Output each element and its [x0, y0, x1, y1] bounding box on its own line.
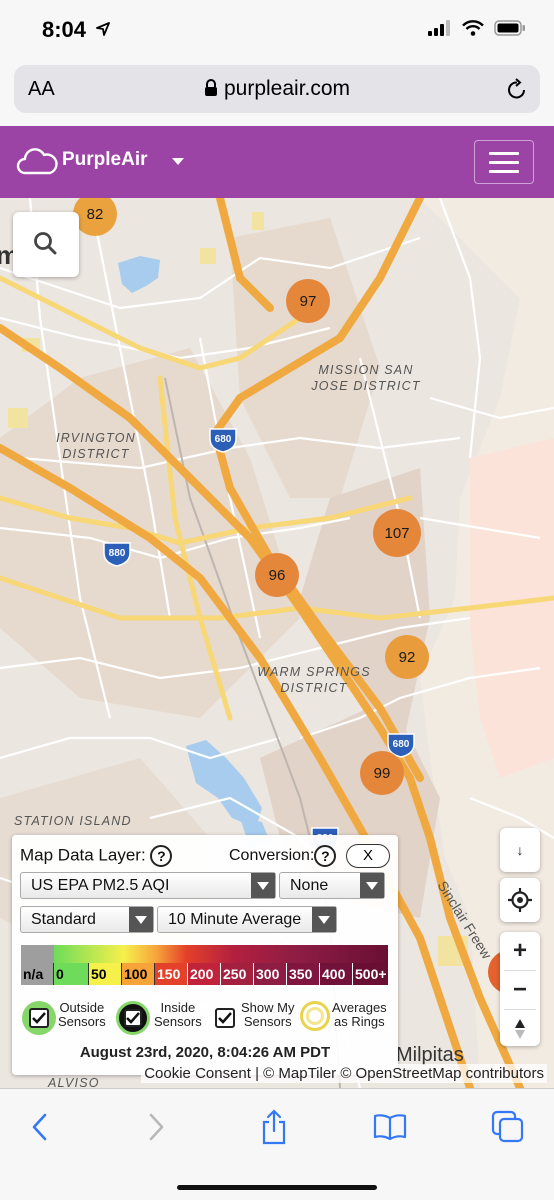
- status-bar: 8:04: [0, 0, 554, 60]
- tabs-button[interactable]: [488, 1109, 528, 1145]
- chevron-down-icon: [251, 873, 275, 898]
- legend-item: 400: [320, 963, 353, 985]
- address-bar[interactable]: AA purpleair.com: [14, 65, 540, 113]
- forward-button[interactable]: [136, 1109, 176, 1145]
- url-text: purpleair.com: [223, 77, 351, 100]
- layer-help-icon[interactable]: ?: [150, 845, 173, 867]
- legend-item: 250: [221, 963, 254, 985]
- data-timestamp: August 23rd, 2020, 8:04:26 AM PDT: [79, 1044, 331, 1061]
- shield-880-a: 880: [108, 548, 126, 559]
- map-label-irvington: IRVINGTON DISTRICT: [56, 431, 136, 461]
- legend-item: 0: [54, 963, 89, 985]
- chevron-down-icon: [312, 907, 336, 932]
- show-my-sensors-label: Show My Sensors: [241, 1000, 295, 1029]
- map-label-warm-springs: WARM SPRINGS DISTRICT: [257, 665, 371, 695]
- legend-item: 300: [254, 963, 287, 985]
- legend-item: n/a: [21, 963, 54, 985]
- sensor-marker[interactable]: 107: [373, 509, 421, 557]
- share-icon: [262, 1109, 286, 1145]
- reload-icon[interactable]: [506, 77, 528, 101]
- conversion-help-icon[interactable]: ?: [314, 845, 337, 867]
- status-time: 8:04: [42, 17, 87, 42]
- legend-item: 50: [89, 963, 122, 985]
- battery-icon: [494, 20, 525, 36]
- menu-button[interactable]: [474, 140, 534, 184]
- map-view[interactable]: 680 880 680 880 MISSION SANJOSE DISTRICT…: [0, 198, 554, 1088]
- purpleair-header: PurpleAir: [0, 126, 554, 198]
- close-panel-button[interactable]: X: [346, 844, 390, 868]
- averages-as-rings-checkbox[interactable]: [300, 1001, 330, 1031]
- compass-needle-icon: [515, 1019, 525, 1039]
- geolocate-button[interactable]: [500, 878, 540, 922]
- back-button[interactable]: [20, 1109, 60, 1145]
- averages-as-rings-label: Averages as Rings: [332, 1000, 387, 1029]
- legend-item: 350: [287, 963, 320, 985]
- shield-680-a: 680: [214, 434, 232, 445]
- outside-sensors-label: Outside Sensors: [58, 1000, 106, 1029]
- reset-bearing-button[interactable]: [500, 1010, 540, 1048]
- legend-item: 500+: [353, 963, 388, 985]
- data-layer-select[interactable]: US EPA PM2.5 AQI: [20, 872, 276, 899]
- shield-680-b: 680: [392, 739, 410, 750]
- book-icon: [373, 1114, 407, 1141]
- home-indicator: [177, 1185, 377, 1190]
- sensor-toggles: Outside Sensors Inside Sensors Show My Sens…: [20, 997, 390, 1037]
- cellular-signal-icon: [428, 20, 450, 36]
- tabs-icon: [491, 1110, 524, 1143]
- crosshair-icon: [508, 888, 532, 912]
- sensor-marker[interactable]: 99: [360, 751, 404, 795]
- wifi-icon: [462, 20, 484, 36]
- location-arrow-icon: [96, 22, 110, 36]
- map-search-button[interactable]: [13, 212, 79, 277]
- brand-name[interactable]: PurpleAir: [62, 149, 148, 171]
- browser-address-area: AA purpleair.com: [0, 60, 554, 126]
- share-button[interactable]: [254, 1109, 294, 1145]
- inside-sensors-label: Inside Sensors: [154, 1000, 202, 1029]
- sensor-marker[interactable]: 97: [286, 279, 330, 323]
- legend-item: 200: [188, 963, 221, 985]
- checkmark-icon: [32, 1012, 46, 1024]
- lock-icon: [204, 79, 217, 96]
- chevron-down-icon[interactable]: [172, 158, 184, 165]
- map-data-layer-label: Map Data Layer: ?: [20, 845, 173, 867]
- chevron-right-icon: [149, 1113, 164, 1141]
- zoom-controls: + −: [500, 932, 540, 1046]
- url-display[interactable]: purpleair.com: [14, 77, 540, 101]
- checkmark-icon: [218, 1012, 232, 1024]
- map-data-layer-panel: Map Data Layer: ? Conversion:? X US EPA …: [12, 835, 398, 1075]
- aqi-color-legend: n/a 0 50 100 150 200 250 300 350 400 500…: [21, 945, 388, 985]
- inside-sensors-checkbox[interactable]: [116, 1001, 150, 1035]
- chevron-left-icon: [32, 1113, 47, 1141]
- browser-toolbar: [0, 1088, 554, 1200]
- compass-button[interactable]: ↓: [500, 828, 540, 872]
- chevron-down-icon: [360, 873, 384, 898]
- zoom-in-button[interactable]: +: [500, 932, 540, 970]
- map-label-station-island: STATION ISLAND: [14, 814, 132, 828]
- chevron-down-icon: [129, 907, 153, 932]
- bookmarks-button[interactable]: [370, 1109, 410, 1145]
- checkmark-icon: [126, 1012, 140, 1024]
- search-icon: [34, 232, 57, 255]
- compass-icon: ↓: [516, 842, 524, 858]
- sensor-marker[interactable]: 92: [385, 635, 429, 679]
- show-my-sensors-checkbox[interactable]: [208, 1001, 242, 1035]
- conversion-label: Conversion:?: [229, 845, 337, 867]
- map-style-select[interactable]: Standard: [20, 906, 154, 933]
- sensor-marker[interactable]: 96: [255, 553, 299, 597]
- zoom-out-button[interactable]: −: [500, 971, 540, 1009]
- cloud-logo-icon: [16, 148, 58, 175]
- map-label-mission-san-jose: MISSION SAN JOSE DISTRICT: [311, 363, 421, 393]
- conversion-select[interactable]: None: [279, 872, 385, 899]
- outside-sensors-checkbox[interactable]: [22, 1001, 56, 1035]
- legend-item: 150: [155, 963, 188, 985]
- map-label-alviso: ALVISO: [48, 1076, 100, 1088]
- average-period-select[interactable]: 10 Minute Average: [157, 906, 337, 933]
- legend-item: 100: [122, 963, 155, 985]
- map-attribution[interactable]: Cookie Consent | © MapTiler © OpenStreet…: [141, 1064, 547, 1083]
